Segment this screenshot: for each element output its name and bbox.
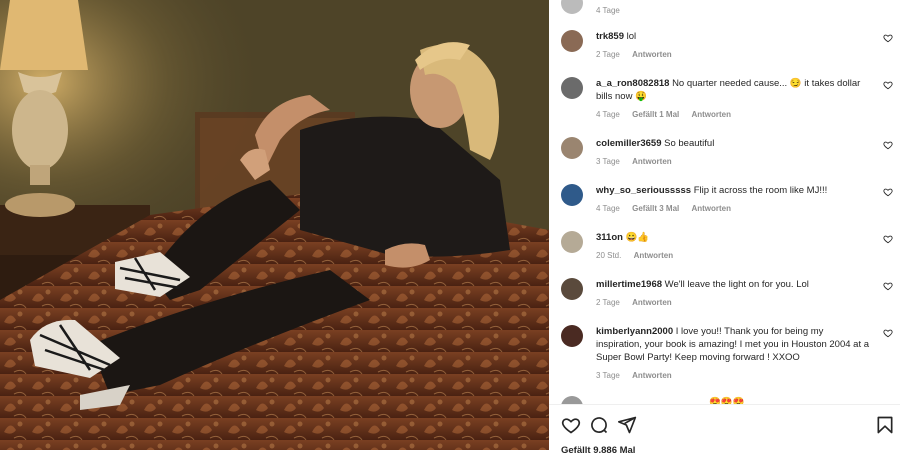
comment-username[interactable]: kimberlyann2000 [596,326,673,337]
comment-text: 😍😍😍 [709,397,745,404]
comments-list[interactable]: 4 Tage trk859 lol 2 Tage Antworten a_a_r… [549,0,900,404]
heart-icon[interactable] [883,187,893,197]
comment-time: 3 Tage [596,371,620,380]
comment-time: 4 Tage [596,110,620,119]
comment-text: We'll leave the light on for you. Lol [664,279,809,290]
comment-username[interactable]: millertime1968 [596,279,662,290]
avatar[interactable] [561,30,583,52]
heart-icon[interactable] [883,80,893,90]
comment-time: 3 Tage [596,157,620,166]
comments-panel: 4 Tage trk859 lol 2 Tage Antworten a_a_r… [549,0,900,456]
comment-username[interactable]: 311on [596,232,623,243]
comment-username[interactable]: a_a_ron8082818 [596,78,669,89]
heart-icon[interactable] [883,328,893,338]
comment-text: 😀👍 [625,232,650,243]
comment-icon[interactable] [589,415,609,435]
comment-time: 4 Tage [596,6,620,15]
comment-time: 4 Tage [596,204,620,213]
reply-button[interactable]: Antworten [691,204,731,213]
avatar[interactable] [561,231,583,253]
comment-text: lol [626,31,637,42]
likes-count[interactable]: Gefällt 9.886 Mal [561,445,635,456]
reply-button[interactable]: Antworten [632,298,672,307]
bookmark-icon[interactable] [875,415,895,435]
avatar[interactable] [561,396,583,404]
avatar[interactable] [561,325,583,347]
avatar[interactable] [561,0,583,14]
comment-time: 20 Std. [596,251,622,260]
comment-text: Flip it across the room like MJ!!! [693,185,828,196]
reply-button[interactable]: Antworten [634,251,674,260]
heart-icon[interactable] [561,415,581,435]
avatar[interactable] [561,77,583,99]
reply-button[interactable]: Antworten [691,110,731,119]
comment-likes[interactable]: Gefällt 1 Mal [632,110,679,119]
comment-text: So beautiful [664,138,715,149]
reply-button[interactable]: Antworten [632,50,672,59]
post-photo[interactable] [0,0,549,450]
heart-icon[interactable] [883,281,893,291]
photo-artwork [0,0,549,450]
reply-button[interactable]: Antworten [632,371,672,380]
comment-likes[interactable]: Gefällt 3 Mal [632,204,679,213]
avatar[interactable] [561,184,583,206]
avatar[interactable] [561,278,583,300]
share-icon[interactable] [617,415,637,435]
comment-username[interactable]: why_so_seriousssss [596,185,691,196]
reply-button[interactable]: Antworten [632,157,672,166]
post-action-bar: Gefällt 9.886 Mal [549,404,900,456]
comment-username[interactable]: colemiller3659 [596,138,662,149]
comment-time: 2 Tage [596,298,620,307]
heart-icon[interactable] [883,234,893,244]
comment-time: 2 Tage [596,50,620,59]
heart-icon[interactable] [883,33,893,43]
avatar[interactable] [561,137,583,159]
heart-icon[interactable] [883,140,893,150]
comment-username[interactable]: trk859 [596,31,624,42]
